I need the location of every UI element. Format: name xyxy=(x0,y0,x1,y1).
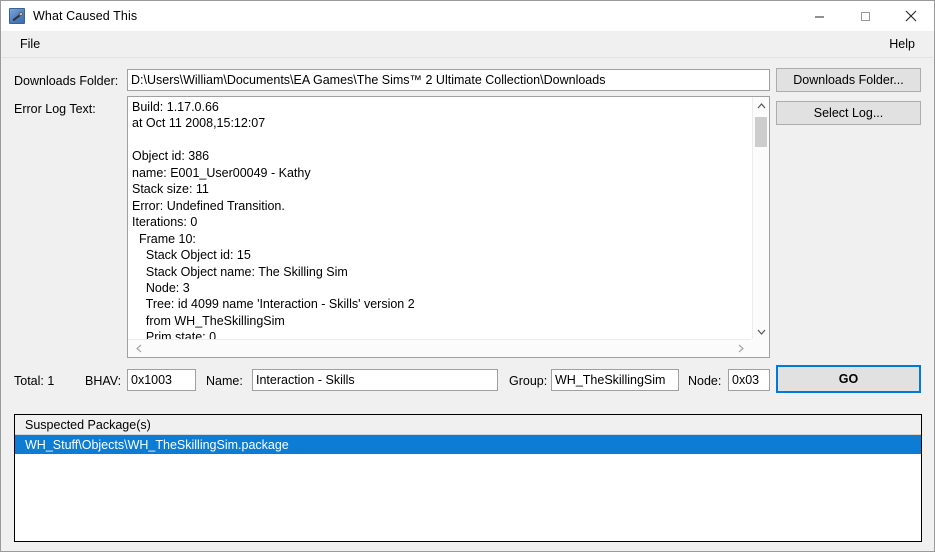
error-log-content: Build: 1.17.0.66 at Oct 11 2008,15:12:07… xyxy=(132,100,534,357)
group-input[interactable]: WH_TheSkillingSim xyxy=(551,369,679,391)
bhav-label: BHAV: xyxy=(85,374,122,388)
menu-item-help[interactable]: Help xyxy=(885,36,919,52)
chevron-right-icon[interactable] xyxy=(732,340,749,357)
suspected-packages-list[interactable]: Suspected Package(s) WH_Stuff\Objects\WH… xyxy=(14,414,922,542)
log-scroll-thumb[interactable] xyxy=(755,117,767,147)
log-vertical-scrollbar[interactable] xyxy=(752,97,769,340)
group-label: Group: xyxy=(509,374,548,388)
minimize-icon xyxy=(814,16,824,17)
menu-bar: File Help xyxy=(2,31,933,58)
downloads-folder-button[interactable]: Downloads Folder... xyxy=(776,68,921,92)
suspected-packages-header: Suspected Package(s) xyxy=(15,415,921,435)
node-input[interactable]: 0x03 xyxy=(728,369,770,391)
application-window: What Caused This File Help Downloads Fol… xyxy=(0,0,935,552)
name-label: Name: xyxy=(206,374,243,388)
title-bar: What Caused This xyxy=(1,1,934,31)
name-input[interactable]: Interaction - Skills xyxy=(252,369,498,391)
tool-app-icon xyxy=(9,8,25,24)
bhav-input[interactable]: 0x1003 xyxy=(127,369,196,391)
menu-item-file[interactable]: File xyxy=(16,36,44,52)
downloads-folder-label: Downloads Folder: xyxy=(14,74,119,88)
maximize-icon xyxy=(860,11,870,21)
chevron-down-icon[interactable] xyxy=(753,323,769,340)
node-label: Node: xyxy=(688,374,722,388)
scrollbar-corner xyxy=(751,339,769,357)
error-log-label: Error Log Text: xyxy=(14,102,96,116)
error-log-textarea[interactable]: Build: 1.17.0.66 at Oct 11 2008,15:12:07… xyxy=(127,96,770,358)
minimize-button[interactable] xyxy=(796,1,842,31)
chevron-left-icon[interactable] xyxy=(130,340,147,357)
log-horizontal-scrollbar[interactable] xyxy=(128,339,769,357)
total-label: Total: 1 xyxy=(14,374,55,388)
chevron-up-icon[interactable] xyxy=(753,97,769,114)
close-icon xyxy=(905,10,917,22)
window-title: What Caused This xyxy=(33,9,138,23)
go-button[interactable]: GO xyxy=(776,365,921,393)
downloads-folder-input[interactable]: D:\Users\William\Documents\EA Games\The … xyxy=(127,69,770,91)
window-controls xyxy=(796,1,934,31)
close-button[interactable] xyxy=(888,1,934,31)
select-log-button[interactable]: Select Log... xyxy=(776,101,921,125)
maximize-button[interactable] xyxy=(842,1,888,31)
list-item[interactable]: WH_Stuff\Objects\WH_TheSkillingSim.packa… xyxy=(15,435,921,454)
